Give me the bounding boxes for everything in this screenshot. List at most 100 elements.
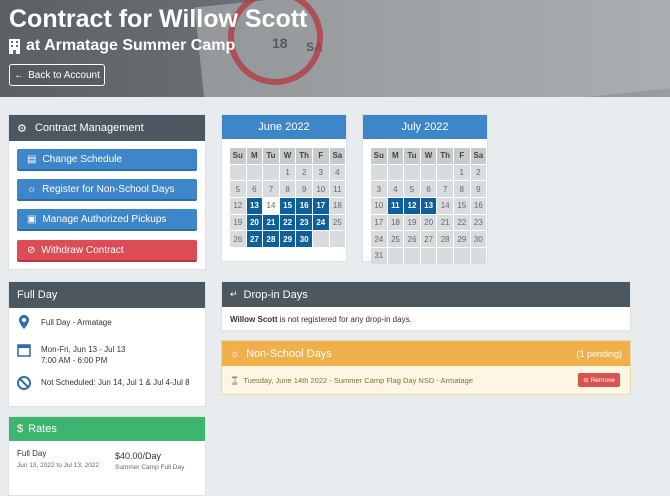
calendar-day[interactable]: 4: [387, 181, 404, 198]
not-scheduled-label: Not Scheduled:: [41, 378, 96, 387]
calendar-empty-cell: [420, 248, 437, 264]
rates-panel: $ Rates Full Day Jun 13, 2022 to Jul 13,…: [8, 416, 206, 496]
weekday-header: Sa: [329, 148, 346, 164]
schedule-row: Mon-Fri, Jun 13 - Jul 13 7:00 AM - 6:00 …: [17, 342, 125, 366]
calendar-day[interactable]: 30: [470, 231, 487, 248]
calendar-day[interactable]: 5: [230, 181, 246, 198]
weekday-header: Tu: [263, 148, 279, 164]
calendar-day[interactable]: 25: [387, 231, 404, 248]
calendar-day[interactable]: 1: [279, 164, 296, 181]
calendar-day[interactable]: 21: [437, 214, 453, 231]
weekday-header: M: [387, 148, 404, 164]
calendar-day[interactable]: 8: [453, 181, 470, 198]
calendar-day[interactable]: 31: [371, 248, 387, 264]
calendar-day[interactable]: 30: [296, 231, 312, 248]
calendar-empty-cell: [437, 164, 453, 181]
remove-button[interactable]: ⊖ Remove: [578, 373, 620, 387]
calendar-day[interactable]: 18: [329, 198, 346, 214]
calendar-day[interactable]: 27: [420, 231, 437, 248]
calendar-day[interactable]: 2: [470, 164, 487, 181]
back-to-account-button[interactable]: ← Back to Account: [9, 64, 105, 86]
calendar-day[interactable]: 7: [263, 181, 279, 198]
panel-header: $ Rates: [9, 417, 205, 441]
calendar-day[interactable]: 11: [387, 198, 404, 214]
calendar-day[interactable]: 13: [420, 198, 437, 214]
calendar-empty-cell: [230, 164, 246, 181]
calendar-day[interactable]: 26: [404, 231, 420, 248]
calendar-day[interactable]: 7: [437, 181, 453, 198]
schedule-dates: Mon-Fri, Jun 13 - Jul 13: [41, 345, 126, 354]
camp-location: at Armatage Summer Camp: [26, 37, 236, 54]
calendar-day[interactable]: 23: [470, 214, 487, 231]
change-schedule-button[interactable]: ▤ Change Schedule: [17, 149, 197, 171]
calendar-day[interactable]: 17: [312, 198, 329, 214]
calendar-day[interactable]: 6: [246, 181, 263, 198]
calendar-day[interactable]: 22: [279, 214, 296, 231]
rate-description: Summer Camp Full Day: [115, 464, 185, 471]
calendar-day[interactable]: 12: [230, 198, 246, 214]
calendar-day[interactable]: 14: [437, 198, 453, 214]
ban-icon: [17, 375, 31, 391]
calendar-day[interactable]: 19: [404, 214, 420, 231]
calendar-icon: ▤: [27, 153, 37, 165]
calendar-day[interactable]: 28: [263, 231, 279, 248]
calendar-day[interactable]: 15: [453, 198, 470, 214]
register-non-school-days-button[interactable]: ☼ Register for Non-School Days: [17, 179, 197, 201]
gear-icon: ⚙: [17, 122, 27, 135]
calendar-empty-cell: [263, 164, 279, 181]
calendar-day[interactable]: 2: [296, 164, 312, 181]
calendar-day[interactable]: 4: [329, 164, 346, 181]
calendar-day[interactable]: 29: [453, 231, 470, 248]
weekday-header: M: [246, 148, 263, 164]
schedule-hours: 7:00 AM - 6:00 PM: [41, 356, 108, 365]
calendar-day[interactable]: 10: [312, 181, 329, 198]
page-title: Contract for Willow Scott: [9, 5, 308, 33]
calendar-day[interactable]: 9: [470, 181, 487, 198]
calendar-day[interactable]: 25: [329, 214, 346, 231]
non-school-days-panel: ☼ Non-School Days (1 pending) ⌛ Tuesday,…: [221, 340, 631, 395]
calendar-day[interactable]: 1: [453, 164, 470, 181]
rate-name: Full Day: [17, 449, 47, 458]
calendar-day[interactable]: 9: [296, 181, 312, 198]
calendar-day[interactable]: 18: [387, 214, 404, 231]
calendar-day[interactable]: 24: [371, 231, 387, 248]
calendar-day[interactable]: 14: [263, 198, 279, 214]
calendar-day[interactable]: 20: [420, 214, 437, 231]
calendar-day[interactable]: 16: [296, 198, 312, 214]
pending-count: (1 pending): [576, 348, 622, 359]
calendar-day[interactable]: 20: [246, 214, 263, 231]
calendar-day[interactable]: 11: [329, 181, 346, 198]
location-value: - Armatage: [72, 318, 112, 327]
calendar-day[interactable]: 3: [371, 181, 387, 198]
building-icon: [9, 38, 20, 54]
calendar-day[interactable]: 29: [279, 231, 296, 248]
calendar-day[interactable]: 21: [263, 214, 279, 231]
rate-price: $40.00/Day: [115, 451, 162, 461]
calendar-icon: [17, 342, 31, 358]
full-day-panel: Full Day Full Day - Armatage Mon-Fri, Ju…: [8, 281, 206, 407]
calendar-day[interactable]: 26: [230, 231, 246, 248]
withdraw-contract-button[interactable]: ⊘ Withdraw Contract: [17, 240, 197, 262]
calendar-day[interactable]: 22: [453, 214, 470, 231]
calendar-empty-cell: [404, 164, 420, 181]
calendar-day[interactable]: 5: [404, 181, 420, 198]
calendar-grid: Su M Tu W Th F Sa 1 2 3 4 5 6 7 8 9 10 11 12 13 14 15 16 17 18 19…: [371, 148, 487, 264]
drop-in-days-panel: ↵ Drop-in Days Willow Scott is not regis…: [221, 281, 631, 331]
calendar-day[interactable]: 28: [437, 231, 453, 248]
panel-header: ↵ Drop-in Days: [222, 282, 630, 307]
calendar-day[interactable]: 19: [230, 214, 246, 231]
calendar-day[interactable]: 8: [279, 181, 296, 198]
calendar-day[interactable]: 16: [470, 198, 487, 214]
calendar-day[interactable]: 24: [312, 214, 329, 231]
calendar-day[interactable]: 3: [312, 164, 329, 181]
not-scheduled-row: Not Scheduled: Jun 14, Jul 1 & Jul 4-Jul…: [17, 375, 191, 391]
calendar-day[interactable]: 10: [371, 198, 387, 214]
calendar-day[interactable]: 15: [279, 198, 296, 214]
calendar-day[interactable]: 6: [420, 181, 437, 198]
calendar-day[interactable]: 17: [371, 214, 387, 231]
calendar-day[interactable]: 27: [246, 231, 263, 248]
calendar-day[interactable]: 13: [246, 198, 263, 214]
calendar-day[interactable]: 23: [296, 214, 312, 231]
manage-authorized-pickups-button[interactable]: ▣ Manage Authorized Pickups: [17, 209, 197, 231]
calendar-day[interactable]: 12: [404, 198, 420, 214]
